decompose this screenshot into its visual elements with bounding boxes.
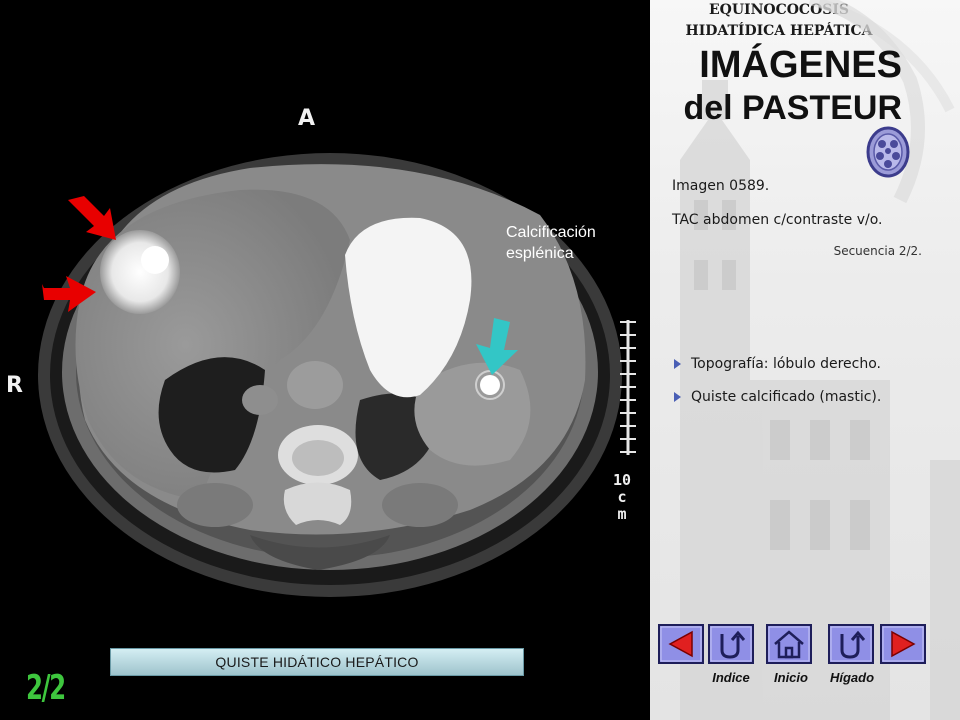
scale-label-number: 10	[612, 471, 632, 489]
pasteur-logo-icon	[866, 126, 910, 178]
ct-scan-panel: A R 10 c m Calcificación esplénica QUIST…	[0, 0, 650, 720]
bullet-triangle-icon	[674, 359, 681, 369]
finding-item: Quiste calcificado (mastic).	[674, 389, 881, 405]
splenic-calcification-annotation: Calcificación esplénica	[506, 222, 646, 264]
orientation-right-label: R	[6, 373, 23, 398]
image-number: Imagen 0589.	[672, 178, 770, 194]
finding-item: Topografía: lóbulo derecho.	[674, 356, 881, 372]
orientation-anterior-label: A	[298, 106, 316, 131]
scale-label: 10 c m	[612, 472, 632, 523]
annotation-line-1: Calcificación	[506, 224, 596, 241]
liver-button-label[interactable]: Hígado	[822, 670, 882, 685]
liver-button[interactable]	[828, 624, 874, 664]
index-button-label[interactable]: Indice	[701, 670, 761, 685]
home-button-label[interactable]: Inicio	[761, 670, 821, 685]
index-button[interactable]	[708, 624, 754, 664]
home-button[interactable]	[766, 624, 812, 664]
page-title-line-2: del PASTEUR	[683, 89, 902, 127]
info-panel: IMÁGENES del PASTEUR Imagen 0589. TAC ab…	[650, 0, 960, 720]
next-button[interactable]	[880, 624, 926, 664]
page-indicator: 2/2	[26, 668, 66, 708]
sequence-label: Secuencia 2/2.	[833, 244, 922, 258]
image-caption-bar: QUISTE HIDÁTICO HEPÁTICO	[110, 648, 524, 676]
page-title-line-1: IMÁGENES	[699, 44, 902, 86]
red-arrow-icon	[68, 196, 116, 240]
scale-label-unit-m: m	[617, 505, 627, 523]
bullet-triangle-icon	[674, 392, 681, 402]
previous-button[interactable]	[658, 624, 704, 664]
image-caption: QUISTE HIDÁTICO HEPÁTICO	[215, 654, 419, 670]
finding-text: Quiste calcificado (mastic).	[691, 389, 882, 405]
study-type: TAC abdomen c/contraste v/o.	[672, 212, 883, 228]
ct-scan-image	[38, 153, 636, 597]
finding-text: Topografía: lóbulo derecho.	[691, 356, 881, 372]
scale-label-unit-c: c	[617, 488, 627, 506]
annotation-line-2: esplénica	[506, 245, 574, 262]
